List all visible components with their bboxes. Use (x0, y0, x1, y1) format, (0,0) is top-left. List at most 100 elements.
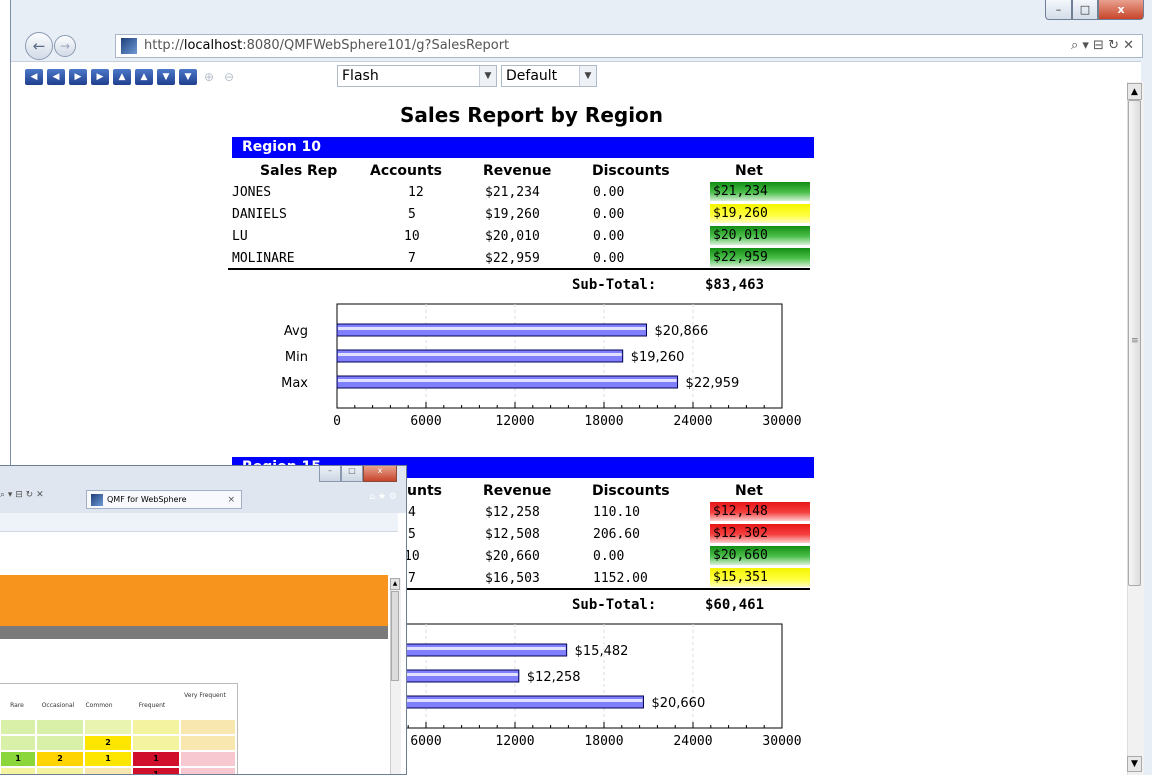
col-header-net: Net (735, 483, 763, 499)
cell-discounts: 0.00 (593, 251, 625, 266)
chart-category-label: Min (285, 350, 308, 365)
cell-net: $15,351 (710, 568, 810, 587)
url-host: localhost (183, 38, 243, 53)
home-star-gear-icons[interactable]: ⌂ ★ ⚙ (369, 492, 397, 502)
cell-discounts: 110.10 (593, 505, 640, 520)
matrix-cell: 2 (84, 735, 132, 751)
matrix-cell (180, 735, 236, 751)
title-bar: – □ x (11, 0, 1152, 34)
chart-tick-label: 30000 (762, 734, 801, 749)
matrix-header: Rare (10, 702, 24, 709)
cell-accounts: 4 (408, 505, 416, 520)
cell-accounts: 7 (408, 571, 416, 586)
cell-discounts: 206.60 (593, 527, 640, 542)
zoom-out-icon[interactable]: ⊖ (221, 69, 237, 85)
tab-close-icon[interactable]: × (227, 491, 235, 509)
scroll-bottom-icon[interactable]: ▼ (179, 69, 197, 85)
cell-accounts: 10 (404, 229, 420, 244)
style-select[interactable]: Default ▼ (501, 65, 597, 87)
matrix-cell: 1 (84, 751, 132, 767)
chart-bar-highlight (338, 327, 646, 330)
zoom-in-icon[interactable]: ⊕ (201, 69, 217, 85)
cell-discounts: 0.00 (593, 207, 625, 222)
next-page-icon[interactable]: ▶ (69, 69, 87, 85)
col-header-revenue: Revenue (483, 163, 552, 179)
close-button[interactable]: x (363, 466, 397, 482)
gray-subbar (0, 626, 388, 639)
forward-button[interactable]: → (54, 35, 76, 57)
address-bar[interactable]: http://localhost:8080/QMFWebSphere101/g?… (115, 34, 1143, 58)
minimize-button[interactable]: – (319, 466, 341, 482)
scrollbar-thumb[interactable] (391, 591, 399, 681)
matrix-cell (36, 735, 84, 751)
chart-tick-label: 18000 (584, 414, 623, 429)
cell-revenue: $12,258 (485, 505, 540, 520)
close-button[interactable]: x (1098, 0, 1144, 20)
browser-tab[interactable]: QMF for WebSphere × (86, 490, 242, 509)
last-page-icon[interactable]: ▶ (91, 69, 109, 85)
cell-accounts: 7 (408, 251, 416, 266)
matrix-header: Very Frequent (184, 692, 226, 699)
col-header-revenue: Revenue (483, 483, 552, 499)
chart-tick-label: 24000 (673, 414, 712, 429)
orange-banner (0, 575, 388, 626)
matrix-cell (0, 719, 36, 735)
scroll-up-icon[interactable]: ▲ (135, 69, 153, 85)
scroll-down-icon[interactable]: ▼ (157, 69, 175, 85)
cell-rep: LU (232, 229, 248, 244)
matrix-cell: 2 (36, 751, 84, 767)
scrollbar-thumb[interactable]: ≡ (1128, 100, 1141, 586)
matrix-cell (0, 767, 36, 774)
scroll-top-icon[interactable]: ▲ (113, 69, 131, 85)
col-header-discounts: Discounts (592, 163, 670, 179)
desktop: – □ x ← → http://localhost:8080/QMFWebSp… (0, 0, 1152, 776)
forward-arrow-icon: → (59, 39, 71, 53)
matrix-cell (84, 719, 132, 735)
chart-data-label: $12,258 (527, 670, 581, 685)
matrix-cell (180, 751, 236, 767)
tab-title: QMF for WebSphere (107, 495, 187, 504)
cell-discounts: 1152.00 (593, 571, 648, 586)
style-select-value: Default (506, 68, 558, 84)
chart-category-label: Avg (284, 324, 308, 339)
secondary-title-bar: – □ x ⌕ ▾ ⊟ ↻ ✕ QMF for WebSphere × ⌂ ★ … (0, 466, 406, 513)
scroll-down-arrow-icon[interactable]: ▼ (1127, 756, 1142, 772)
cell-accounts: 12 (408, 185, 424, 200)
chart-category-label: Max (281, 376, 308, 391)
prev-page-icon[interactable]: ◀ (47, 69, 65, 85)
scroll-up-arrow-icon[interactable]: ▲ (390, 578, 400, 590)
chart-data-label: $20,660 (651, 696, 705, 711)
cell-net: $20,010 (710, 226, 810, 245)
maximize-button[interactable]: □ (1072, 0, 1098, 20)
site-favicon-icon (121, 38, 137, 54)
back-button[interactable]: ← (25, 32, 53, 60)
first-page-icon[interactable]: ◀ (25, 69, 43, 85)
navigation-bar: ← → http://localhost:8080/QMFWebSphere10… (11, 32, 1152, 60)
region-10-bar-chart: 0 6000 12000 18000 24000 30000 Avg $20,866 Min $1… (281, 303, 802, 429)
cell-revenue: $19,260 (485, 207, 540, 222)
chart-tick-label: 30000 (762, 414, 801, 429)
subtotal-label: Sub-Total: (572, 597, 657, 613)
matrix-cell (36, 767, 84, 774)
minimize-button[interactable]: – (1045, 0, 1072, 20)
chart-tick-label: 18000 (584, 734, 623, 749)
cell-revenue: $12,508 (485, 527, 540, 542)
chart-bar-highlight (338, 353, 622, 356)
chart-tick-label: 0 (333, 414, 341, 429)
scroll-up-arrow-icon[interactable]: ▲ (1127, 83, 1142, 100)
cell-accounts: 5 (408, 527, 416, 542)
cell-net: $20,660 (710, 546, 810, 565)
chart-data-label: $19,260 (631, 350, 685, 365)
cell-revenue: $20,010 (485, 229, 540, 244)
chart-bar-highlight (338, 379, 677, 382)
risk-matrix: Rare Occasional Common Frequent Very Fre… (0, 683, 238, 774)
matrix-cell (84, 767, 132, 774)
maximize-button[interactable]: □ (341, 466, 363, 482)
address-tools-icons[interactable]: ⌕ ▾ ⊟ ↻ ✕ (1071, 35, 1134, 57)
matrix-cell: 1 (0, 751, 36, 767)
address-tools-icons[interactable]: ⌕ ▾ ⊟ ↻ ✕ (0, 490, 44, 500)
chart-tick-label: 12000 (495, 414, 534, 429)
report-toolbar: ◀ ◀ ▶ ▶ ▲ ▲ ▼ ▼ ⊕ ⊖ (25, 65, 241, 89)
col-header-discounts: Discounts (592, 483, 670, 499)
format-select[interactable]: Flash ▼ (337, 65, 497, 87)
